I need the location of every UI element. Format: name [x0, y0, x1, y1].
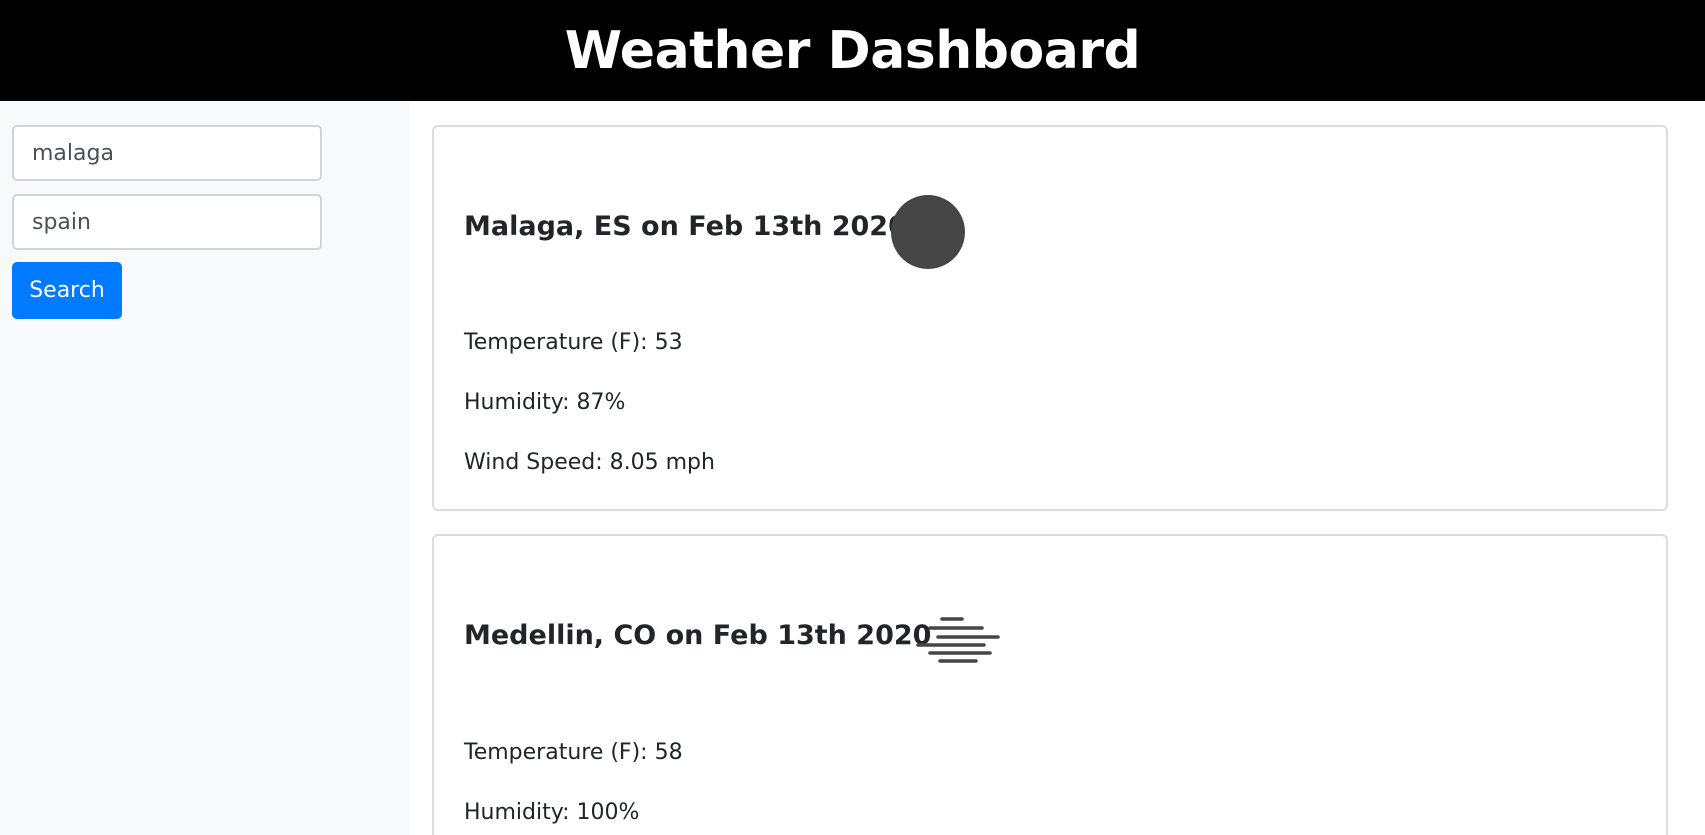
- wind-speed-text: Wind Speed: 8.05 mph: [464, 450, 715, 475]
- page-title: Weather Dashboard: [564, 20, 1141, 81]
- temperature-text: Temperature (F): 58: [464, 740, 683, 765]
- humidity-text: Humidity: 87%: [464, 390, 626, 415]
- weather-card: Medellin, CO on Feb 13th 2020 Temperatur…: [432, 534, 1668, 835]
- temperature-text: Temperature (F): 53: [464, 330, 683, 355]
- search-button[interactable]: Search: [12, 262, 122, 319]
- weather-card: Malaga, ES on Feb 13th 2020 Temperature …: [432, 125, 1668, 511]
- card-title: Medellin, CO on Feb 13th 2020: [464, 620, 932, 651]
- card-title: Malaga, ES on Feb 13th 2020: [464, 211, 907, 242]
- results-panel: Malaga, ES on Feb 13th 2020 Temperature …: [410, 101, 1705, 835]
- city-input[interactable]: [12, 125, 322, 181]
- humidity-text: Humidity: 100%: [464, 800, 640, 825]
- sidebar: Search: [0, 101, 410, 835]
- clear-sky-icon: [891, 195, 965, 269]
- mist-icon: [916, 617, 1000, 663]
- country-input[interactable]: [12, 194, 322, 250]
- app-header: Weather Dashboard: [0, 0, 1705, 101]
